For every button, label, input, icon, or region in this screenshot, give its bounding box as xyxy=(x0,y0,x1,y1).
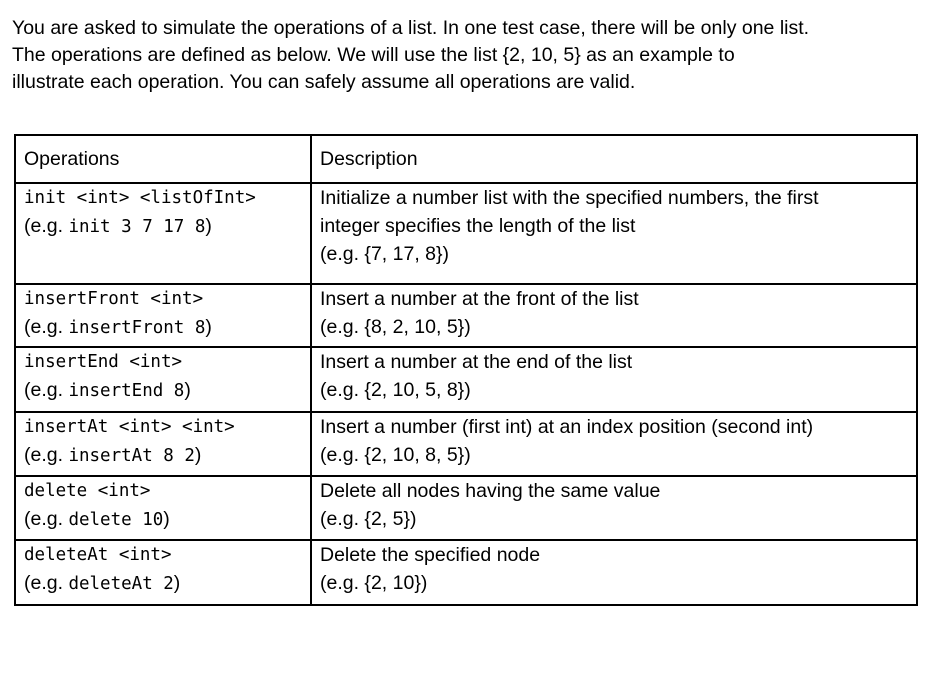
operation-syntax: delete <int> xyxy=(24,481,151,501)
description-line: integer specifies the length of the list xyxy=(320,215,636,237)
operation-cell: delete <int> (e.g. delete 10) xyxy=(14,475,312,541)
example-prefix: (e.g. xyxy=(24,316,69,338)
description-example: (e.g. {2, 10}) xyxy=(320,572,428,594)
operation-syntax: deleteAt <int> xyxy=(24,545,172,565)
header-description: Description xyxy=(310,134,918,184)
intro-line: illustrate each operation. You can safel… xyxy=(12,71,636,93)
description-line: Delete all nodes having the same value xyxy=(320,480,661,502)
intro-line: The operations are defined as below. We … xyxy=(12,44,735,66)
example-suffix: ) xyxy=(184,379,191,401)
description-example: (e.g. {7, 17, 8}) xyxy=(320,243,450,265)
operations-table: Operations Description init <int> <listO… xyxy=(14,134,918,606)
description-cell: Insert a number at the end of the list (… xyxy=(310,346,918,413)
description-line: Delete the specified node xyxy=(320,544,541,566)
operation-cell: insertFront <int> (e.g. insertFront 8) xyxy=(14,283,312,348)
intro-line: You are asked to simulate the operations… xyxy=(12,17,810,39)
example-suffix: ) xyxy=(173,572,181,594)
operation-example: (e.g. insertEnd 8) xyxy=(24,376,302,406)
table-row: deleteAt <int> (e.g. deleteAt 2) Delete … xyxy=(14,539,918,606)
description-example: (e.g. {2, 5}) xyxy=(320,508,417,530)
example-prefix: (e.g. xyxy=(24,508,69,530)
operation-example: (e.g. insertAt 8 2) xyxy=(24,441,302,471)
operation-cell: init <int> <listOfInt> (e.g. init 3 7 17… xyxy=(14,182,312,285)
description-line: Insert a number (first int) at an index … xyxy=(320,416,814,438)
operation-example: (e.g. deleteAt 2) xyxy=(24,569,302,599)
table-row: insertEnd <int> (e.g. insertEnd 8) Inser… xyxy=(14,346,918,413)
table-row: insertAt <int> <int> (e.g. insertAt 8 2)… xyxy=(14,411,918,477)
description-example: (e.g. {2, 10, 8, 5}) xyxy=(320,444,471,466)
example-suffix: ) xyxy=(205,215,212,237)
operation-syntax: init <int> <listOfInt> xyxy=(24,188,256,208)
description-line: Initialize a number list with the specif… xyxy=(320,187,819,209)
example-code: init 3 7 17 8 xyxy=(68,217,206,237)
example-code: insertEnd 8 xyxy=(68,381,185,401)
example-prefix: (e.g. xyxy=(24,572,69,594)
description-example: (e.g. {2, 10, 5, 8}) xyxy=(320,379,471,401)
operation-example: (e.g. init 3 7 17 8) xyxy=(24,212,302,242)
example-code: deleteAt 2 xyxy=(68,574,174,594)
operation-cell: deleteAt <int> (e.g. deleteAt 2) xyxy=(14,539,312,606)
description-cell: Insert a number at the front of the list… xyxy=(310,283,918,348)
description-example: (e.g. {8, 2, 10, 5}) xyxy=(320,316,471,338)
description-cell: Initialize a number list with the specif… xyxy=(310,182,918,285)
operation-syntax: insertFront <int> xyxy=(24,289,204,309)
example-prefix: (e.g. xyxy=(24,215,69,237)
example-code: insertFront 8 xyxy=(68,318,206,338)
example-code: insertAt 8 2 xyxy=(68,446,195,466)
table-row: init <int> <listOfInt> (e.g. init 3 7 17… xyxy=(14,182,918,285)
description-cell: Insert a number (first int) at an index … xyxy=(310,411,918,477)
description-cell: Delete all nodes having the same value (… xyxy=(310,475,918,541)
example-code: delete 10 xyxy=(68,510,164,530)
operation-cell: insertEnd <int> (e.g. insertEnd 8) xyxy=(14,346,312,413)
description-cell: Delete the specified node (e.g. {2, 10}) xyxy=(310,539,918,606)
example-suffix: ) xyxy=(205,316,212,338)
table-row: delete <int> (e.g. delete 10) Delete all… xyxy=(14,475,918,541)
example-prefix: (e.g. xyxy=(24,379,69,401)
operation-example: (e.g. delete 10) xyxy=(24,505,302,535)
example-prefix: (e.g. xyxy=(24,444,69,466)
description-line: Insert a number at the end of the list xyxy=(320,351,633,373)
table-header-row: Operations Description xyxy=(14,134,918,184)
intro-paragraph: You are asked to simulate the operations… xyxy=(12,15,937,96)
example-suffix: ) xyxy=(163,508,170,530)
operation-syntax: insertAt <int> <int> xyxy=(24,417,235,437)
operation-syntax: insertEnd <int> xyxy=(24,352,183,372)
operation-cell: insertAt <int> <int> (e.g. insertAt 8 2) xyxy=(14,411,312,477)
table-row: insertFront <int> (e.g. insertFront 8) I… xyxy=(14,283,918,348)
operation-example: (e.g. insertFront 8) xyxy=(24,313,302,343)
header-operations: Operations xyxy=(14,134,312,184)
description-line: Insert a number at the front of the list xyxy=(320,288,639,310)
example-suffix: ) xyxy=(194,444,202,466)
